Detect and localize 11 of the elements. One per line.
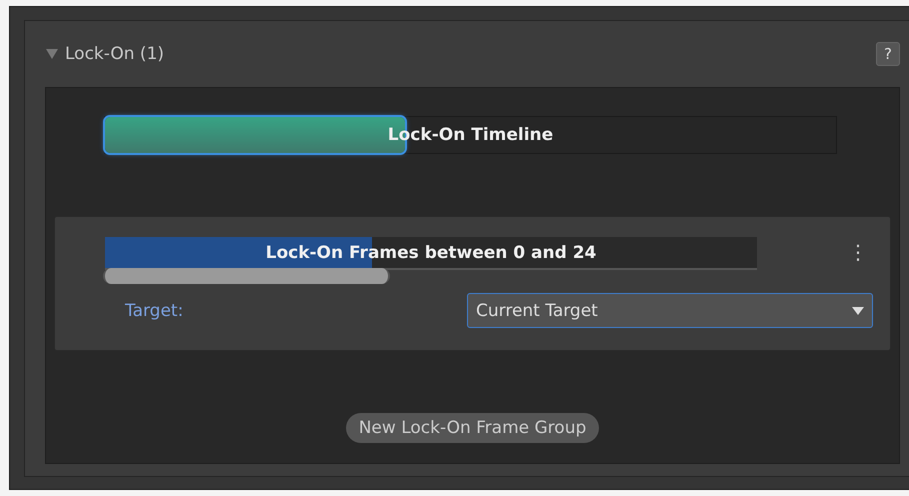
new-frame-group-button[interactable]: New Lock-On Frame Group	[346, 413, 600, 443]
range-slider[interactable]	[105, 268, 757, 283]
target-label: Target:	[125, 300, 184, 320]
range-slider-thumb[interactable]	[103, 268, 390, 284]
more-menu-button[interactable]: ⋮	[848, 237, 868, 268]
target-dropdown[interactable]: Current Target	[467, 293, 873, 328]
dropdown-caret-icon	[852, 306, 864, 314]
frames-label: Lock-On Frames between 0 and 24	[266, 242, 596, 262]
section-title: Lock-On (1)	[65, 44, 164, 64]
help-button[interactable]: ?	[876, 42, 900, 66]
expanded-triangle-icon[interactable]	[45, 48, 59, 60]
